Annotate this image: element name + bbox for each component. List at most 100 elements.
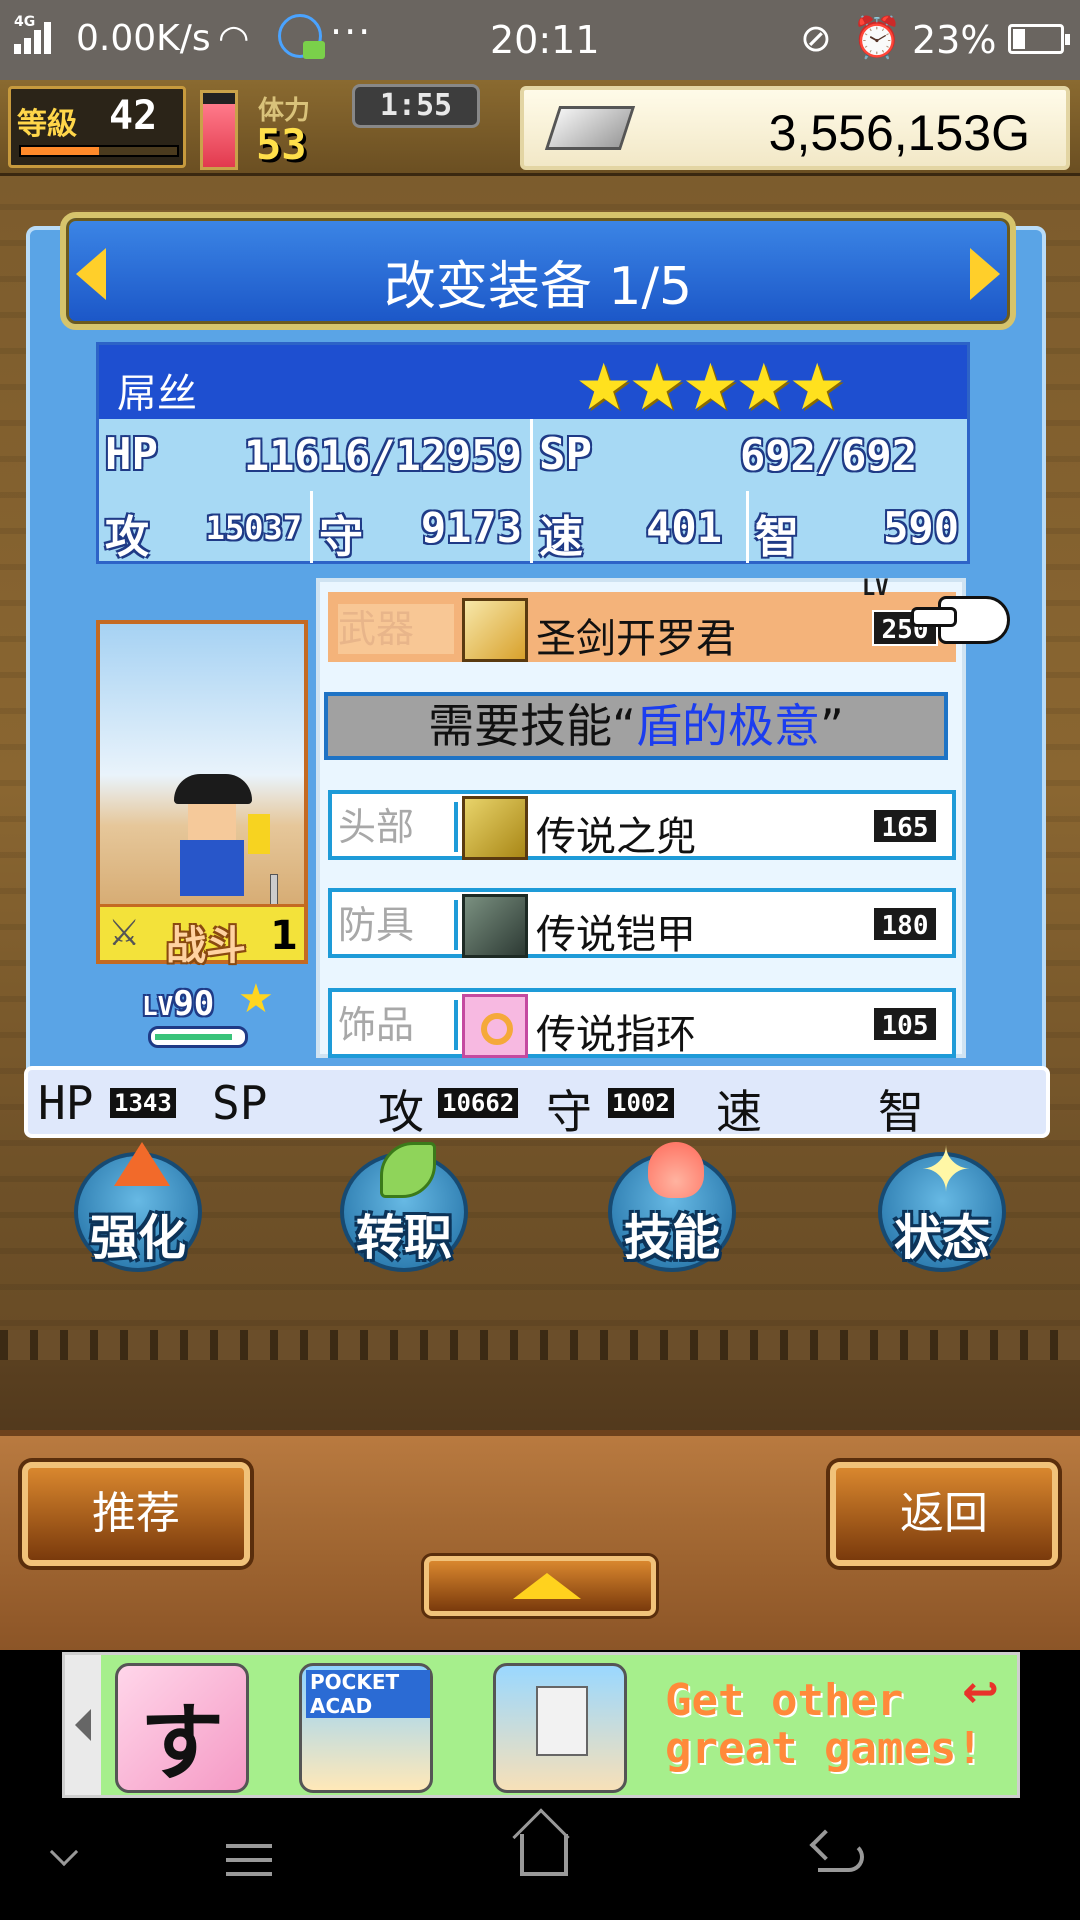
panel-title: 改变装备 1/5: [383, 257, 693, 317]
signal-icon: 4G: [14, 14, 60, 54]
preview-atk-label: 攻: [378, 1085, 424, 1139]
mute-icon: ⊘: [800, 16, 832, 60]
job-change-label: 转职: [355, 1210, 452, 1266]
preview-def-value: 1002: [608, 1088, 674, 1118]
preview-atk-value: 10662: [438, 1088, 519, 1118]
slot-category: 武器: [338, 604, 458, 654]
back-icon[interactable]: [818, 1842, 864, 1872]
role-label: 战斗: [166, 923, 246, 969]
armor-icon: [462, 894, 528, 958]
level-box: 等級 42: [8, 86, 186, 168]
spd-label: 速: [539, 512, 583, 563]
hp-label: HP: [105, 429, 158, 480]
slot-item-name: 传说铠甲: [536, 912, 696, 958]
stamina-gauge: [200, 90, 238, 170]
stamina-timer: 1:55: [352, 84, 480, 128]
ad-game-thumb-pocket-academy[interactable]: POCKET ACAD: [299, 1663, 433, 1793]
ad-game-thumb-castle[interactable]: [493, 1663, 627, 1793]
atk-value: 15037: [205, 509, 302, 547]
character-hp-bar: [148, 1026, 248, 1048]
money-box: 3,556,153G: [520, 86, 1070, 170]
enhance-button[interactable]: 强化: [74, 1142, 202, 1272]
status-button[interactable]: ✦ 状态: [878, 1139, 1006, 1272]
equipment-slot-head[interactable]: 头部 传说之兜 165: [328, 790, 956, 860]
helmet-icon: [462, 796, 528, 860]
slot-category: 防具: [338, 900, 458, 950]
ad-prev-button[interactable]: [65, 1655, 101, 1795]
role-badge: ⚔ 战斗 1: [100, 904, 304, 969]
promo-line-1: Get other: [665, 1675, 904, 1726]
preview-spd-label: 速: [716, 1085, 762, 1139]
job-change-button[interactable]: 转职: [340, 1142, 468, 1272]
atk-label: 攻: [105, 512, 149, 563]
money-value: 3,556,153G: [768, 105, 1030, 161]
sp-value: 692/692: [739, 431, 917, 480]
preview-stats-bar: HP 1343 SP 攻 10662 守 1002 速 智: [24, 1066, 1050, 1139]
slot-item-level: 105: [872, 1006, 938, 1042]
top-hud: 等級 42 体力 53 1:55 3,556,153G: [0, 80, 1080, 176]
character-level: LV90: [142, 984, 214, 1024]
level-label: 等級: [17, 107, 77, 142]
left-triangle-icon: [75, 1709, 91, 1741]
equipment-slot-weapon[interactable]: 武器 圣剑开罗君 250: [328, 592, 956, 662]
battery-icon: [1008, 24, 1070, 54]
system-nav-bar: [0, 1798, 1080, 1920]
rank-stars: ★★★★★: [575, 351, 846, 425]
equipment-slot-armor[interactable]: 防具 传说铠甲 180: [328, 888, 956, 958]
skill-requirement-suffix: ”: [820, 699, 844, 753]
hp-value: 11616/12959: [243, 431, 522, 480]
recommend-button[interactable]: 推荐: [22, 1462, 250, 1566]
next-character-arrow-icon[interactable]: [970, 248, 1000, 300]
return-arrow-icon: ↩: [962, 1667, 999, 1718]
preview-hp-label: HP: [38, 1076, 94, 1130]
character-level-value: 90: [173, 984, 215, 1024]
preview-int-label: 智: [878, 1085, 924, 1139]
equipment-slot-accessory[interactable]: 饰品 传说指环 105: [328, 988, 956, 1058]
expand-button[interactable]: [424, 1556, 656, 1616]
def-label: 守: [319, 512, 363, 563]
back-button[interactable]: 返回: [830, 1462, 1058, 1566]
stat-row-attributes: 攻 15037 守 9173 速 401 智 590: [99, 491, 967, 565]
character-portrait[interactable]: ⚔ 战斗 1: [96, 620, 308, 969]
castle-icon: [536, 1686, 588, 1756]
enhance-label: 强化: [89, 1210, 186, 1266]
ad-game2-text: POCKET ACAD: [306, 1670, 430, 1718]
up-arrow-icon: [114, 1142, 170, 1186]
alarm-icon: ⏰: [852, 15, 902, 61]
chevron-down-icon[interactable]: [49, 1837, 79, 1867]
def-cell: 守 9173: [313, 491, 533, 563]
sword-icon: [462, 598, 528, 662]
sp-label: SP: [539, 429, 592, 480]
role-count: 1: [270, 913, 298, 959]
clock: 20:11: [490, 18, 600, 62]
pirate-character-sprite: [160, 774, 278, 934]
menu-icon[interactable]: [226, 1844, 272, 1886]
slot-item-level: 180: [872, 906, 938, 942]
ad-game-thumb-sushi[interactable]: すし: [115, 1663, 249, 1913]
atk-cell: 攻 15037: [99, 491, 313, 563]
skills-label: 技能: [623, 1210, 720, 1266]
network-type: 4G: [14, 14, 36, 30]
character-stats-table: 屌丝 ★★★★★ HP 11616/12959 SP 692/692 攻 150…: [96, 342, 970, 564]
skill-requirement-name: 盾的极意: [636, 699, 820, 753]
int-label: 智: [755, 512, 799, 563]
pointing-hand-icon: [911, 596, 1010, 644]
sp-cell: SP 692/692: [533, 419, 967, 491]
home-icon[interactable]: [520, 1834, 568, 1876]
battery-percent: 23%: [912, 18, 997, 62]
ring-icon: [462, 994, 528, 1058]
skills-button[interactable]: 技能: [608, 1142, 736, 1272]
slot-category: 饰品: [338, 1000, 458, 1050]
character-name-row: 屌丝 ★★★★★: [99, 345, 967, 425]
wifi-icon: ◠: [218, 18, 250, 59]
int-value: 590: [883, 503, 959, 552]
promo-line-2: great games!: [665, 1723, 983, 1774]
weapon-level-tag: LV: [862, 576, 889, 601]
ad-promo-text[interactable]: Get other great games!: [665, 1677, 983, 1773]
slot-item-name: 圣剑开罗君: [536, 616, 736, 662]
ad-banner[interactable]: すし POCKET ACAD Get other great games! ↩: [62, 1652, 1020, 1913]
level-progress-bar: [19, 145, 179, 157]
sparkle-icon: ✦: [920, 1133, 972, 1206]
skill-requirement-prefix: 需要技能“: [428, 699, 636, 753]
panel-title-banner: 改变装备 1/5: [60, 212, 1016, 330]
